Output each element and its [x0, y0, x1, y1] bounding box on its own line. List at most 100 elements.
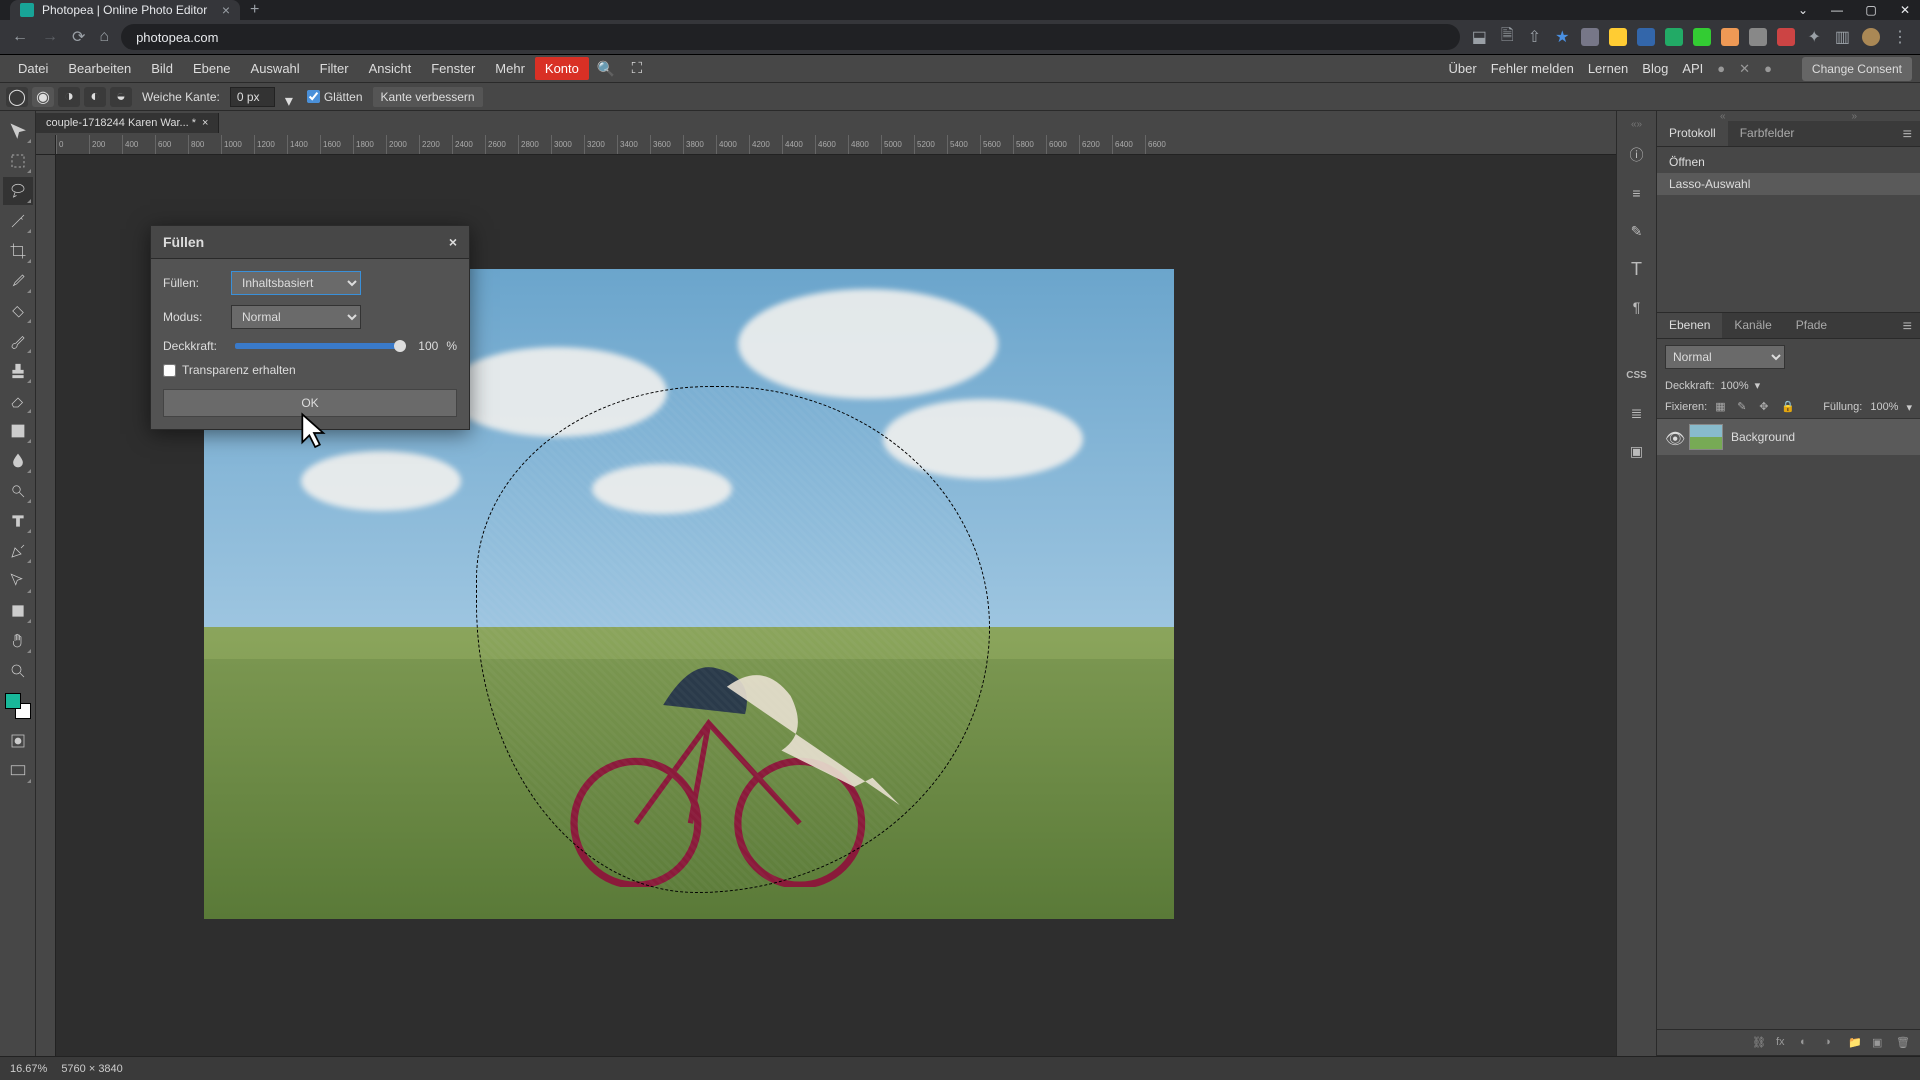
- lasso-free-icon[interactable]: ◯: [6, 87, 28, 107]
- preserve-transparency-input[interactable]: [163, 364, 176, 377]
- menu-api[interactable]: API: [1682, 61, 1703, 76]
- fullscreen-icon[interactable]: ⛶: [624, 56, 651, 81]
- brush-panel-icon[interactable]: ✎: [1625, 219, 1649, 243]
- ext2-icon[interactable]: [1609, 28, 1627, 46]
- layer-thumbnail[interactable]: [1689, 424, 1723, 450]
- lasso-sub-icon[interactable]: ◑: [58, 87, 80, 107]
- crop-tool[interactable]: [3, 237, 33, 265]
- reader-icon[interactable]: 🗎: [1499, 24, 1516, 51]
- install-icon[interactable]: ⬓: [1470, 27, 1489, 47]
- lasso-tool[interactable]: [3, 177, 33, 205]
- lasso-xor-icon[interactable]: ◒: [110, 87, 132, 107]
- menu-select[interactable]: Auswahl: [241, 57, 310, 80]
- reload-button[interactable]: ⟳: [70, 27, 87, 47]
- menu-blog[interactable]: Blog: [1642, 61, 1668, 76]
- pen-tool[interactable]: [3, 537, 33, 565]
- adjustment-icon[interactable]: ◑: [1824, 1036, 1838, 1050]
- menu-account[interactable]: Konto: [535, 57, 589, 80]
- mask-icon[interactable]: ◐: [1800, 1036, 1814, 1050]
- consent-button[interactable]: Change Consent: [1802, 57, 1912, 81]
- swatches-tab[interactable]: Farbfelder: [1728, 121, 1807, 146]
- ruler-horizontal[interactable]: 0200400600800100012001400160018002000220…: [56, 135, 1616, 155]
- ruler-vertical[interactable]: [36, 155, 56, 1056]
- dodge-tool[interactable]: [3, 477, 33, 505]
- history-tab[interactable]: Protokoll: [1657, 121, 1728, 146]
- zoom-level[interactable]: 16.67%: [10, 1063, 47, 1075]
- sidepanel-icon[interactable]: ▥: [1833, 27, 1852, 47]
- close-icon[interactable]: ✕: [1898, 3, 1912, 17]
- twitter-icon[interactable]: ✕: [1739, 61, 1750, 77]
- wand-tool[interactable]: [3, 207, 33, 235]
- ext8-icon[interactable]: [1777, 28, 1795, 46]
- layers-tab[interactable]: Ebenen: [1657, 313, 1722, 338]
- history-item[interactable]: Lasso-Auswahl: [1657, 173, 1920, 195]
- css-icon[interactable]: CSS: [1625, 363, 1649, 387]
- marquee-tool[interactable]: [3, 147, 33, 175]
- profile-icon[interactable]: [1862, 28, 1880, 46]
- chevron-down-icon[interactable]: ⌄: [1796, 3, 1810, 17]
- lock-pixels-icon[interactable]: ✎: [1737, 400, 1751, 414]
- smooth-check-input[interactable]: [307, 90, 320, 103]
- blur-tool[interactable]: [3, 447, 33, 475]
- info-icon[interactable]: ⓘ: [1625, 143, 1649, 167]
- smooth-checkbox[interactable]: Glätten: [307, 90, 363, 104]
- tab-close-icon[interactable]: ×: [222, 2, 230, 18]
- back-button[interactable]: ←: [10, 28, 30, 46]
- minimize-icon[interactable]: —: [1830, 3, 1844, 17]
- shape-tool[interactable]: [3, 597, 33, 625]
- quickmask-tool[interactable]: [3, 727, 33, 755]
- history-item[interactable]: Öffnen: [1657, 151, 1920, 173]
- share-icon[interactable]: ⇧: [1526, 27, 1543, 47]
- fill-opacity-value[interactable]: 100: [408, 339, 438, 353]
- search-icon[interactable]: 🔍: [589, 56, 624, 82]
- lasso-add-icon[interactable]: ◉: [32, 87, 54, 107]
- menu-learn[interactable]: Lernen: [1588, 61, 1628, 76]
- opacity-dropdown-icon[interactable]: ▾: [1755, 379, 1761, 392]
- fill-dropdown-icon[interactable]: ▾: [1906, 401, 1912, 414]
- menu-window[interactable]: Fenster: [421, 57, 485, 80]
- hand-tool[interactable]: [3, 627, 33, 655]
- feather-dropdown-icon[interactable]: ▾: [285, 91, 297, 103]
- layer-fill-value[interactable]: 100%: [1870, 401, 1898, 413]
- extensions-icon[interactable]: ✦: [1805, 27, 1822, 47]
- layer-opacity-value[interactable]: 100%: [1721, 380, 1749, 392]
- eyedropper-tool[interactable]: [3, 267, 33, 295]
- color-swatch[interactable]: [5, 693, 31, 719]
- new-tab-button[interactable]: +: [250, 1, 259, 19]
- fx-icon[interactable]: fx: [1776, 1036, 1790, 1050]
- heal-tool[interactable]: [3, 297, 33, 325]
- document-tab-close-icon[interactable]: ×: [202, 117, 208, 129]
- ext7-icon[interactable]: [1749, 28, 1767, 46]
- lock-position-icon[interactable]: ✥: [1759, 400, 1773, 414]
- ext6-icon[interactable]: [1721, 28, 1739, 46]
- blend-mode-select[interactable]: Normal: [1665, 345, 1785, 369]
- facebook-icon[interactable]: ●: [1764, 61, 1772, 76]
- menu-more[interactable]: Mehr: [485, 57, 535, 80]
- ext1-icon[interactable]: [1581, 28, 1599, 46]
- histogram-icon[interactable]: ≡: [1625, 181, 1649, 205]
- home-button[interactable]: ⌂: [97, 28, 111, 46]
- lock-transparent-icon[interactable]: ▦: [1715, 400, 1729, 414]
- lock-all-icon[interactable]: 🔒: [1781, 400, 1795, 414]
- type-tool[interactable]: [3, 507, 33, 535]
- eraser-tool[interactable]: [3, 387, 33, 415]
- channels-tab[interactable]: Kanäle: [1722, 313, 1783, 338]
- fill-opacity-slider[interactable]: [235, 343, 400, 349]
- reddit-icon[interactable]: ●: [1717, 61, 1725, 76]
- feather-value[interactable]: 0 px: [230, 87, 275, 107]
- menu-report[interactable]: Fehler melden: [1491, 61, 1574, 76]
- layer-name[interactable]: Background: [1731, 430, 1795, 444]
- character-icon[interactable]: T: [1625, 257, 1649, 281]
- align-icon[interactable]: ≣: [1625, 401, 1649, 425]
- ext5-icon[interactable]: [1693, 28, 1711, 46]
- layer-visibility-icon[interactable]: 👁: [1665, 429, 1681, 445]
- screenmode-tool[interactable]: [3, 757, 33, 785]
- foreground-color[interactable]: [5, 693, 21, 709]
- gradient-tool[interactable]: [3, 417, 33, 445]
- ext4-icon[interactable]: [1665, 28, 1683, 46]
- fill-type-select[interactable]: Inhaltsbasiert: [231, 271, 361, 295]
- address-bar[interactable]: photopea.com: [121, 24, 1460, 50]
- new-layer-icon[interactable]: ▣: [1872, 1036, 1886, 1050]
- bookmark-icon[interactable]: ★: [1553, 27, 1571, 47]
- thumb-icon[interactable]: ▣: [1625, 439, 1649, 463]
